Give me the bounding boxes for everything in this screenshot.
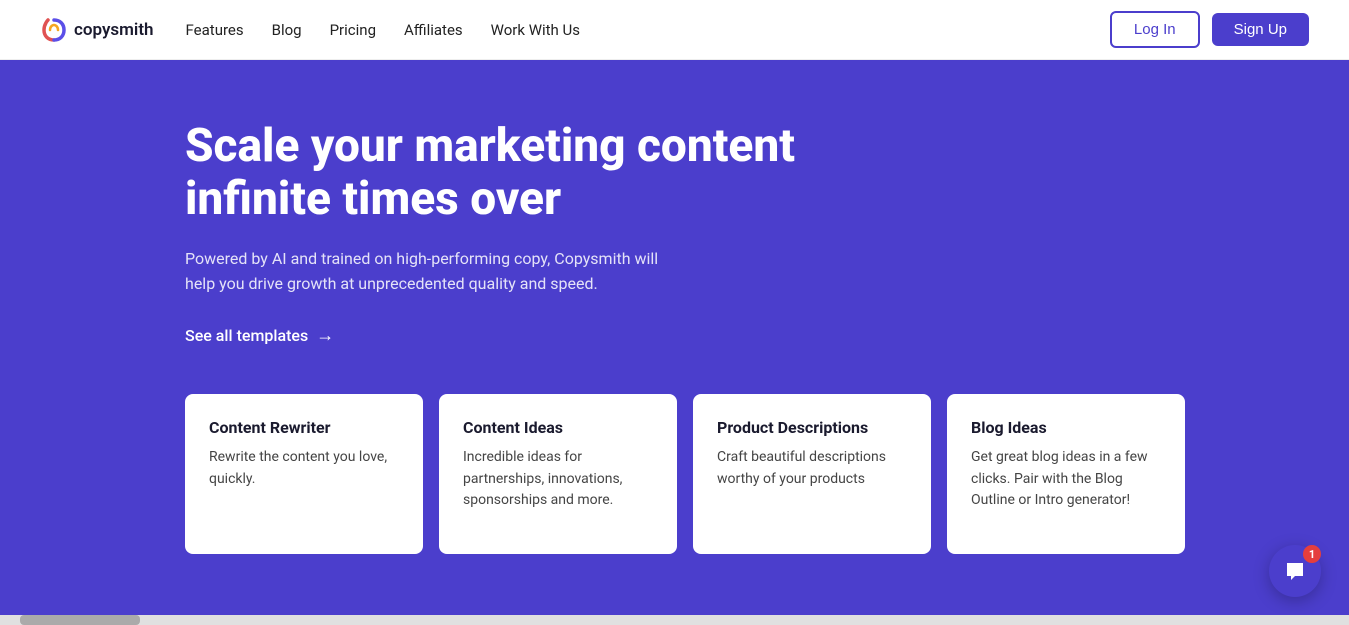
signup-button[interactable]: Sign Up — [1212, 13, 1309, 46]
nav-features[interactable]: Features — [186, 21, 244, 39]
nav-pricing[interactable]: Pricing — [330, 21, 376, 39]
cta-label: See all templates — [185, 326, 308, 345]
scrollbar-track[interactable] — [0, 615, 1349, 625]
see-all-templates-link[interactable]: See all templates → — [185, 325, 1309, 346]
chat-icon — [1283, 559, 1307, 583]
card-product-descriptions[interactable]: Product Descriptions Craft beautiful des… — [693, 394, 931, 554]
card-blog-ideas[interactable]: Blog Ideas Get great blog ideas in a few… — [947, 394, 1185, 554]
navigation: copysmith Features Blog Pricing Affiliat… — [0, 0, 1349, 60]
hero-subtitle: Powered by AI and trained on high-perfor… — [185, 246, 675, 297]
brand-name: copysmith — [74, 20, 154, 40]
nav-links: Features Blog Pricing Affiliates Work Wi… — [186, 21, 1110, 39]
hero-section: Scale your marketing content infinite ti… — [0, 60, 1349, 625]
feature-cards: Content Rewriter Rewrite the content you… — [185, 394, 1185, 554]
card-title: Content Rewriter — [209, 418, 399, 437]
login-button[interactable]: Log In — [1110, 11, 1200, 48]
nav-blog[interactable]: Blog — [272, 21, 302, 39]
logo-link[interactable]: copysmith — [40, 16, 154, 44]
card-title: Blog Ideas — [971, 418, 1161, 437]
logo-icon — [40, 16, 68, 44]
chat-widget[interactable]: 1 — [1269, 545, 1321, 597]
card-content-ideas[interactable]: Content Ideas Incredible ideas for partn… — [439, 394, 677, 554]
card-title: Content Ideas — [463, 418, 653, 437]
card-description: Craft beautiful descriptions worthy of y… — [717, 447, 907, 490]
hero-title: Scale your marketing content infinite ti… — [185, 120, 805, 226]
card-description: Rewrite the content you love, quickly. — [209, 447, 399, 490]
card-title: Product Descriptions — [717, 418, 907, 437]
card-description: Incredible ideas for partnerships, innov… — [463, 447, 653, 512]
nav-affiliates[interactable]: Affiliates — [404, 21, 463, 39]
card-description: Get great blog ideas in a few clicks. Pa… — [971, 447, 1161, 512]
card-content-rewriter[interactable]: Content Rewriter Rewrite the content you… — [185, 394, 423, 554]
scrollbar-thumb[interactable] — [20, 615, 140, 625]
chat-badge: 1 — [1303, 545, 1321, 563]
nav-work-with-us[interactable]: Work With Us — [491, 21, 580, 39]
nav-actions: Log In Sign Up — [1110, 11, 1309, 48]
arrow-icon: → — [316, 325, 334, 346]
